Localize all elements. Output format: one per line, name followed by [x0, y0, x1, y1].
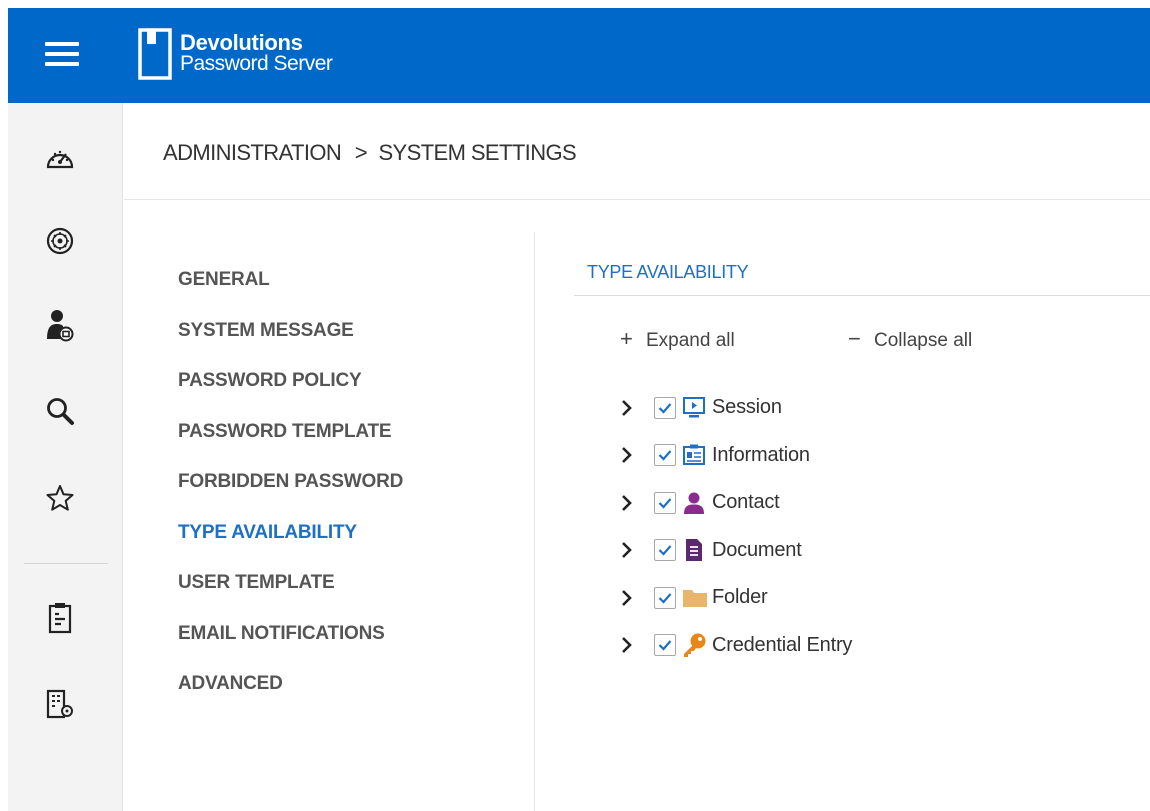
- tree-label-document: Document: [712, 538, 802, 561]
- tree-label-session: Session: [712, 396, 782, 419]
- settings-menu: GENERAL SYSTEM MESSAGE PASSWORD POLICY P…: [178, 264, 403, 719]
- checkbox-session[interactable]: [654, 396, 676, 419]
- breadcrumb: ADMINISTRATION > SYSTEM SETTINGS: [163, 140, 577, 166]
- settings-menu-advanced[interactable]: ADVANCED: [178, 668, 403, 719]
- breadcrumb-parent[interactable]: ADMINISTRATION: [163, 140, 342, 165]
- breadcrumb-separator: >: [354, 140, 368, 165]
- hamburger-menu-icon[interactable]: [45, 42, 79, 66]
- top-bar: Devolutions Password Server: [8, 8, 1150, 103]
- header-divider: [124, 199, 1150, 200]
- plus-icon: +: [620, 326, 633, 351]
- tree-label-contact: Contact: [712, 491, 780, 514]
- reports-icon[interactable]: [42, 600, 78, 636]
- settings-menu-password-policy[interactable]: PASSWORD POLICY: [178, 365, 403, 416]
- collapse-all-label: Collapse all: [874, 330, 973, 351]
- information-icon: [682, 442, 712, 468]
- chevron-right-icon[interactable]: [620, 538, 654, 562]
- settings-menu-general[interactable]: GENERAL: [178, 264, 403, 315]
- checkbox-folder[interactable]: [654, 586, 676, 609]
- tree-row-folder: Folder: [620, 574, 852, 622]
- settings-menu-email-notifications[interactable]: EMAIL NOTIFICATIONS: [178, 618, 403, 669]
- chevron-right-icon[interactable]: [620, 586, 654, 610]
- tree-label-credential-entry: Credential Entry: [712, 633, 853, 656]
- system-settings-icon[interactable]: [42, 686, 78, 722]
- type-tree: Session Information Contact Document Fol…: [620, 384, 852, 669]
- user-security-icon[interactable]: [42, 308, 78, 344]
- search-icon[interactable]: [42, 393, 78, 429]
- dashboard-icon[interactable]: [42, 140, 78, 176]
- vertical-divider: [534, 232, 535, 811]
- chevron-right-icon[interactable]: [620, 443, 654, 467]
- administration-icon[interactable]: [42, 223, 78, 259]
- folder-icon: [682, 585, 712, 611]
- favorites-icon[interactable]: [42, 480, 78, 516]
- collapse-all-button[interactable]: − Collapse all: [848, 326, 972, 352]
- devolutions-logo-icon: [138, 28, 172, 80]
- tree-row-contact: Contact: [620, 479, 852, 527]
- minus-icon: −: [848, 326, 861, 351]
- settings-menu-password-template[interactable]: PASSWORD TEMPLATE: [178, 416, 403, 467]
- settings-menu-type-availability[interactable]: TYPE AVAILABILITY: [178, 517, 403, 568]
- chevron-right-icon[interactable]: [620, 491, 654, 515]
- chevron-right-icon[interactable]: [620, 396, 654, 420]
- chevron-right-icon[interactable]: [620, 633, 654, 657]
- tree-label-folder: Folder: [712, 586, 768, 609]
- left-sidebar: [8, 103, 123, 811]
- contact-icon: [682, 490, 712, 516]
- document-icon: [682, 537, 712, 563]
- brand-name: Devolutions Password Server: [180, 30, 333, 75]
- sidebar-separator: [24, 563, 108, 564]
- brand-line2: Password Server: [180, 52, 333, 75]
- checkbox-credential-entry[interactable]: [654, 634, 676, 657]
- checkbox-contact[interactable]: [654, 491, 676, 514]
- key-icon: [682, 632, 712, 658]
- expand-all-label: Expand all: [646, 330, 735, 351]
- breadcrumb-current: SYSTEM SETTINGS: [378, 140, 577, 165]
- tree-row-document: Document: [620, 527, 852, 575]
- brand-line1: Devolutions: [180, 30, 303, 55]
- tree-row-credential-entry: Credential Entry: [620, 622, 852, 670]
- section-title: TYPE AVAILABILITY: [587, 262, 749, 282]
- tree-row-information: Information: [620, 432, 852, 480]
- session-icon: [682, 395, 712, 421]
- tree-label-information: Information: [712, 443, 810, 466]
- settings-menu-forbidden-password[interactable]: FORBIDDEN PASSWORD: [178, 466, 403, 517]
- expand-all-button[interactable]: + Expand all: [620, 326, 735, 352]
- settings-menu-user-template[interactable]: USER TEMPLATE: [178, 567, 403, 618]
- section-title-underline: [574, 295, 1150, 296]
- checkbox-document[interactable]: [654, 539, 676, 562]
- settings-menu-system-message[interactable]: SYSTEM MESSAGE: [178, 315, 403, 366]
- checkbox-information[interactable]: [654, 444, 676, 467]
- tree-row-session: Session: [620, 384, 852, 432]
